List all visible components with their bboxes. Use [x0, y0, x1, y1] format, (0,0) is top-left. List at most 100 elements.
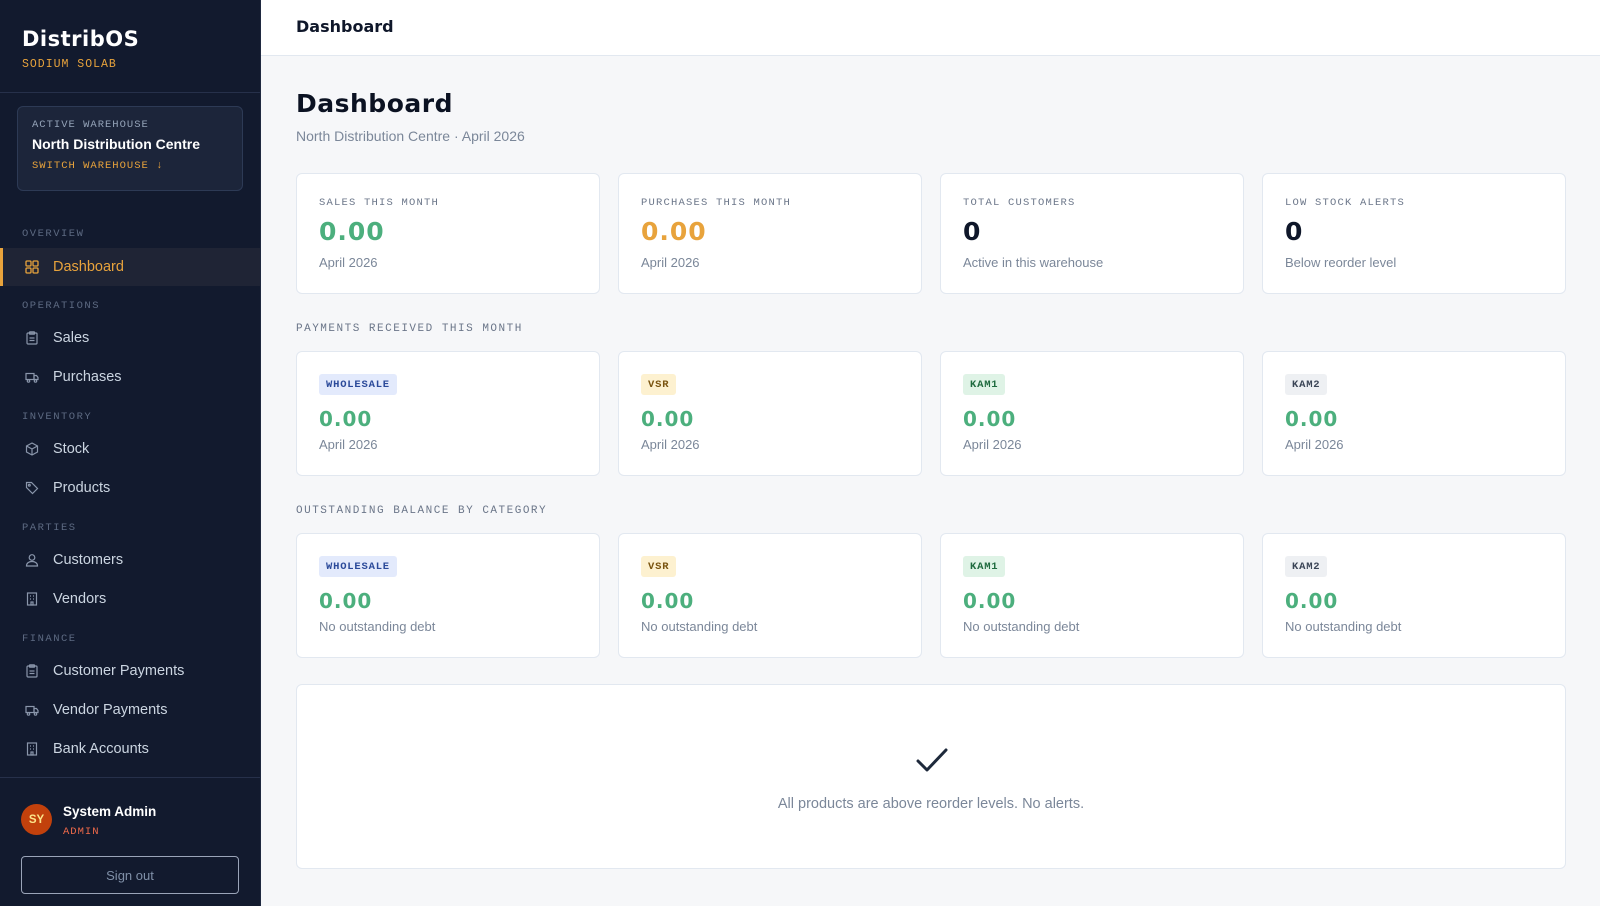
nav-section-parties: PARTIES [22, 522, 77, 534]
brand-subtitle: SODIUM SOLAB [22, 58, 117, 71]
category-badge: KAM1 [963, 556, 1006, 577]
sidebar-item-dashboard[interactable]: Dashboard [0, 248, 260, 286]
outstanding-card-kam2: KAM2 0.00 No outstanding debt [1262, 533, 1566, 658]
payment-note: April 2026 [1285, 437, 1344, 452]
category-badge: VSR [641, 374, 677, 395]
stat-card-sales: SALES THIS MONTH 0.00 April 2026 [296, 173, 600, 294]
low-stock-alerts-panel: All products are above reorder levels. N… [296, 684, 1566, 869]
stat-label: SALES THIS MONTH [319, 197, 440, 209]
stat-value: 0.00 [319, 217, 385, 246]
payment-card-kam2: KAM2 0.00 April 2026 [1262, 351, 1566, 476]
payment-value: 0.00 [319, 407, 373, 431]
truck-icon [25, 370, 39, 384]
stat-note: April 2026 [641, 255, 700, 270]
building-icon [25, 592, 39, 606]
sidebar-item-label: Stock [53, 441, 90, 457]
outstanding-card-kam1: KAM1 0.00 No outstanding debt [940, 533, 1244, 658]
payment-value: 0.00 [641, 407, 695, 431]
stat-card-customers: TOTAL CUSTOMERS 0 Active in this warehou… [940, 173, 1244, 294]
top-bar: Dashboard [261, 0, 1600, 56]
sidebar-item-customers[interactable]: Customers [0, 541, 260, 579]
outstanding-note: No outstanding debt [641, 619, 758, 634]
stat-card-low-stock: LOW STOCK ALERTS 0 Below reorder level [1262, 173, 1566, 294]
clipboard-icon [25, 664, 39, 678]
payment-card-vsr: VSR 0.00 April 2026 [618, 351, 922, 476]
sidebar-item-customer-payments[interactable]: Customer Payments [0, 652, 260, 690]
payment-note: April 2026 [319, 437, 378, 452]
sidebar-item-label: Dashboard [53, 259, 124, 275]
sidebar-item-label: Products [53, 480, 111, 496]
brand-logo[interactable]: DistribOS [22, 26, 238, 52]
sidebar-item-label: Customer Payments [53, 663, 185, 679]
nav-section-finance: FINANCE [22, 633, 77, 645]
outstanding-note: No outstanding debt [1285, 619, 1402, 634]
stat-card-purchases: PURCHASES THIS MONTH 0.00 April 2026 [618, 173, 922, 294]
stat-value: 0 [963, 217, 982, 246]
bank-icon [25, 742, 39, 756]
sidebar-item-sales[interactable]: Sales [0, 319, 260, 357]
payment-note: April 2026 [641, 437, 700, 452]
category-badge: VSR [641, 556, 677, 577]
outstanding-value: 0.00 [1285, 589, 1339, 613]
outstanding-note: No outstanding debt [963, 619, 1080, 634]
outstanding-value: 0.00 [963, 589, 1017, 613]
payment-value: 0.00 [963, 407, 1017, 431]
sidebar-item-vendors[interactable]: Vendors [0, 580, 260, 618]
nav-section-operations: OPERATIONS [22, 300, 101, 312]
active-warehouse-card: ACTIVE WAREHOUSE North Distribution Cent… [17, 106, 243, 191]
nav-section-inventory: INVENTORY [22, 411, 93, 423]
avatar[interactable]: SY [21, 804, 52, 835]
user-panel: SY System Admin ADMIN Sign out [0, 777, 260, 906]
outstanding-note: No outstanding debt [319, 619, 436, 634]
category-badge: KAM2 [1285, 374, 1328, 395]
sidebar-item-label: Vendor Payments [53, 702, 168, 718]
outstanding-card-vsr: VSR 0.00 No outstanding debt [618, 533, 922, 658]
payments-section-label: PAYMENTS RECEIVED THIS MONTH [296, 323, 523, 335]
grid-icon [25, 260, 39, 274]
brand: DistribOS SODIUM SOLAB [0, 0, 260, 93]
category-badge: KAM1 [963, 374, 1006, 395]
sidebar-item-label: Purchases [53, 369, 122, 385]
warehouse-label: ACTIVE WAREHOUSE [32, 119, 149, 131]
stat-note: April 2026 [319, 255, 378, 270]
payment-note: April 2026 [963, 437, 1022, 452]
category-badge: WHOLESALE [319, 556, 397, 577]
truck-icon [25, 703, 39, 717]
payment-card-wholesale: WHOLESALE 0.00 April 2026 [296, 351, 600, 476]
user-name: System Admin [63, 804, 157, 819]
stat-label: PURCHASES THIS MONTH [641, 197, 792, 209]
sidebar-item-purchases[interactable]: Purchases [0, 358, 260, 396]
payment-card-kam1: KAM1 0.00 April 2026 [940, 351, 1244, 476]
user-role: ADMIN [63, 826, 100, 838]
box-icon [25, 442, 39, 456]
stat-label: LOW STOCK ALERTS [1285, 197, 1406, 209]
page-title: Dashboard [296, 89, 453, 118]
sidebar-item-label: Vendors [53, 591, 107, 607]
sidebar-item-vendor-payments[interactable]: Vendor Payments [0, 691, 260, 729]
nav-section-overview: OVERVIEW [22, 228, 85, 240]
no-alerts-message: All products are above reorder levels. N… [777, 796, 1085, 812]
stat-label: TOTAL CUSTOMERS [963, 197, 1076, 209]
stat-value: 0.00 [641, 217, 707, 246]
switch-warehouse-button[interactable]: SWITCH WAREHOUSE ↓ [32, 160, 228, 172]
sidebar-item-label: Sales [53, 330, 90, 346]
sidebar-item-label: Bank Accounts [53, 741, 149, 757]
sidebar-item-bank-accounts[interactable]: Bank Accounts [0, 730, 260, 768]
topbar-title: Dashboard [296, 17, 394, 36]
stat-note: Below reorder level [1285, 255, 1397, 270]
sign-out-button[interactable]: Sign out [21, 856, 239, 894]
page-subtitle: North Distribution Centre · April 2026 [296, 128, 525, 144]
checkmark-icon [916, 748, 948, 772]
outstanding-value: 0.00 [641, 589, 695, 613]
outstanding-section-label: OUTSTANDING BALANCE BY CATEGORY [296, 505, 548, 517]
clipboard-icon [25, 331, 39, 345]
stat-note: Active in this warehouse [963, 255, 1104, 270]
users-icon [25, 553, 39, 567]
sidebar: DistribOS SODIUM SOLAB ACTIVE WAREHOUSE … [0, 0, 261, 906]
sidebar-item-products[interactable]: Products [0, 469, 260, 507]
tag-icon [25, 481, 39, 495]
sidebar-item-stock[interactable]: Stock [0, 430, 260, 468]
warehouse-name: North Distribution Centre [32, 136, 200, 152]
outstanding-value: 0.00 [319, 589, 373, 613]
category-badge: WHOLESALE [319, 374, 397, 395]
